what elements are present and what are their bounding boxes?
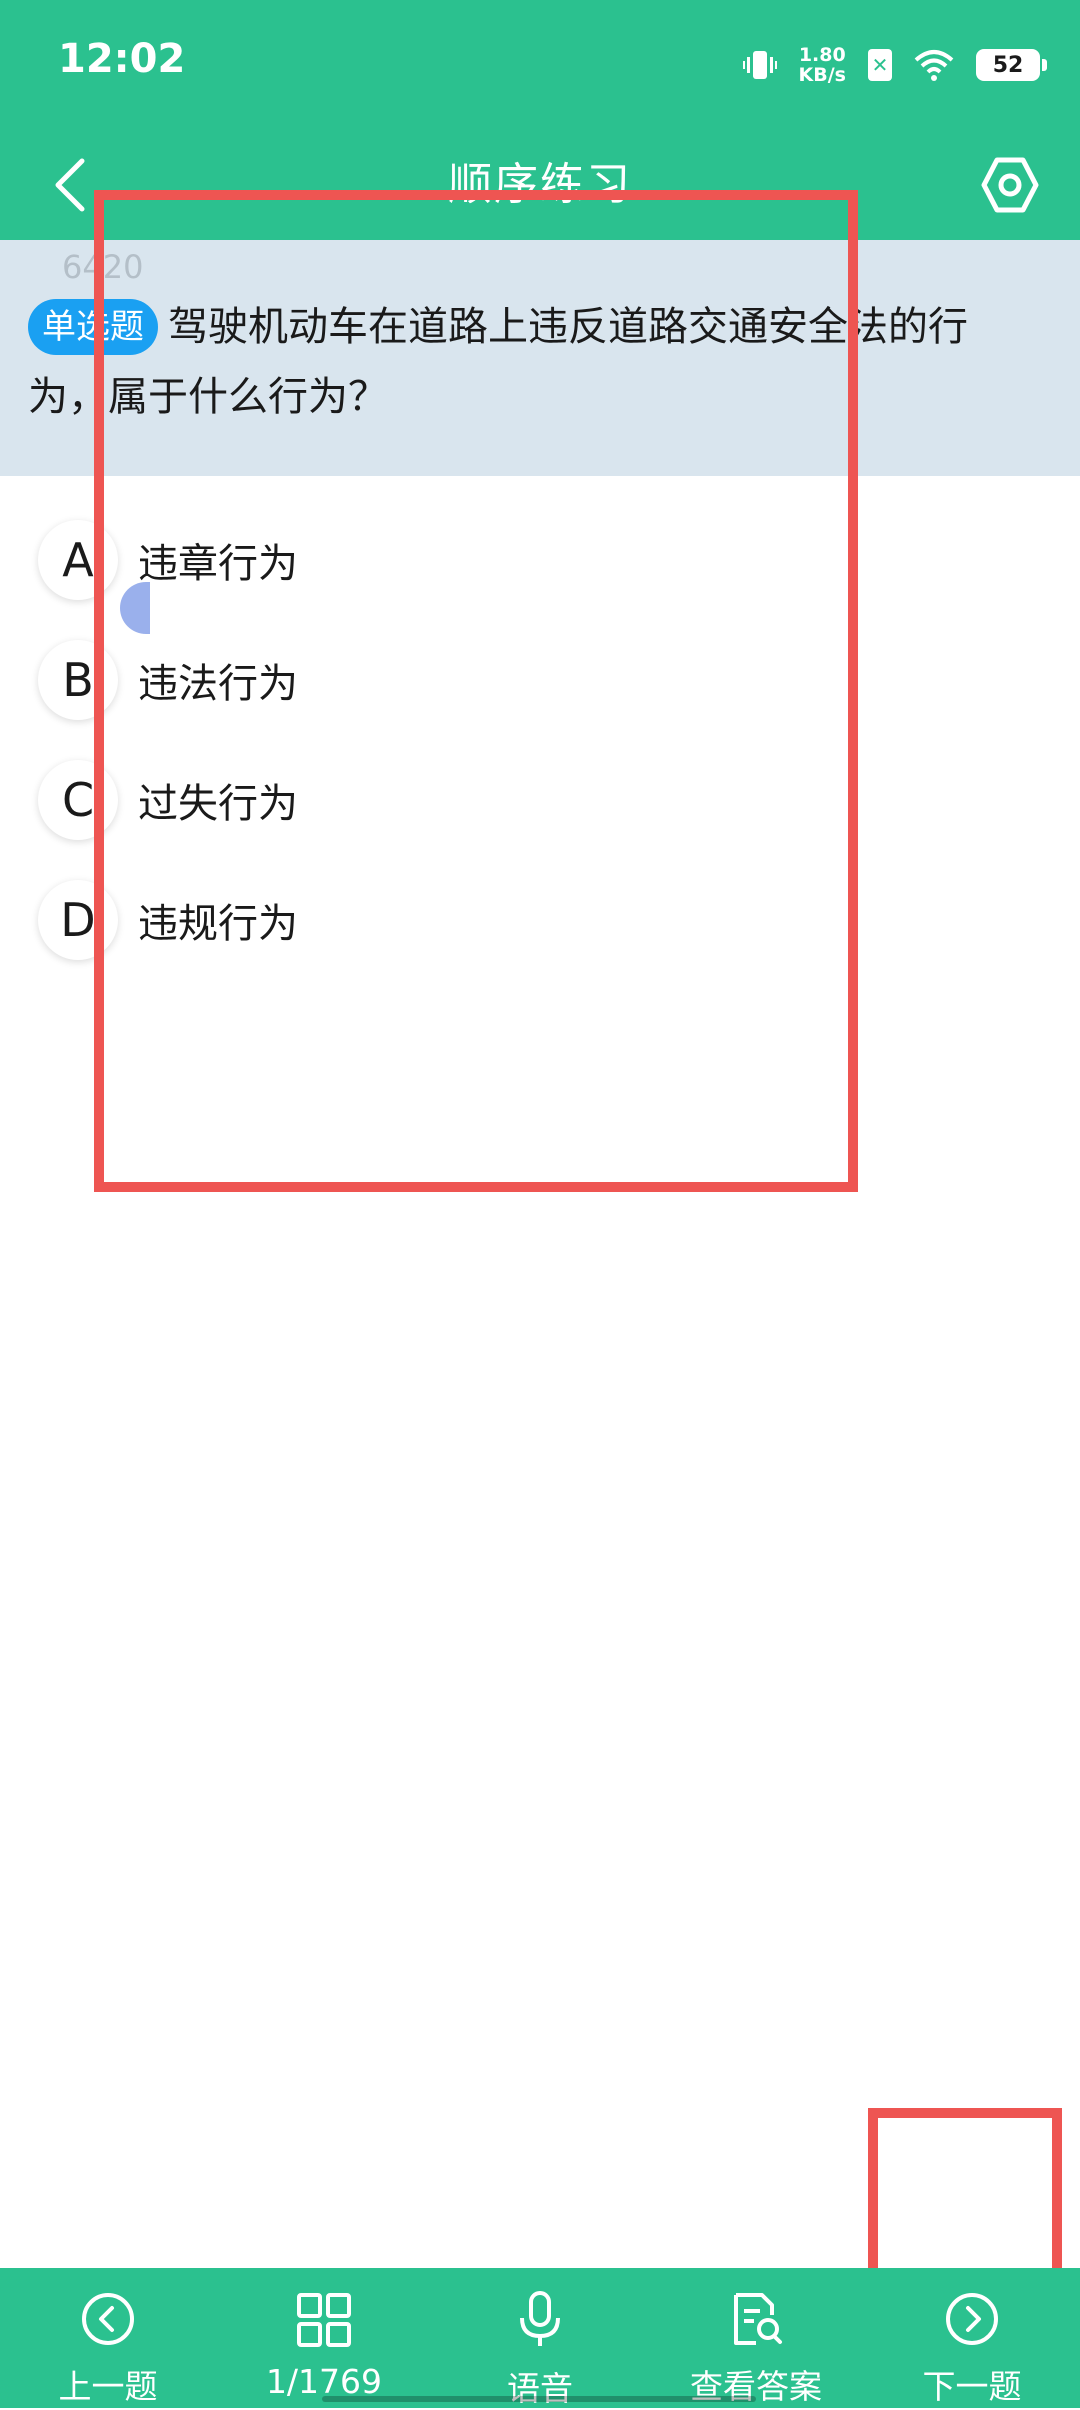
- battery-level: 52: [992, 52, 1024, 78]
- option-b[interactable]: B 违法行为: [38, 638, 298, 722]
- option-letter: D: [38, 880, 118, 960]
- option-d[interactable]: D 违规行为: [38, 878, 298, 962]
- question-area: 6420 单选题 驾驶机动车在道路上违反道路交通安全法的行为，属于什么行为？: [0, 240, 1080, 476]
- voice-label: 语音: [507, 2369, 573, 2408]
- prev-question-label: 上一题: [58, 2367, 158, 2406]
- option-text: 过失行为: [138, 781, 298, 827]
- progress-button[interactable]: 1/1769: [216, 2268, 432, 2408]
- view-answer-button[interactable]: 查看答案: [648, 2268, 864, 2408]
- settings-button[interactable]: [970, 140, 1050, 230]
- option-letter: C: [38, 760, 118, 840]
- app-bar: 顺序练习: [0, 130, 1080, 240]
- option-text: 违法行为: [138, 661, 298, 707]
- vibrate-icon: [742, 48, 777, 82]
- voice-button[interactable]: 语音: [432, 2268, 648, 2408]
- network-speed-value: 1.80: [798, 44, 846, 66]
- grid-icon: [296, 2290, 352, 2350]
- prev-question-button[interactable]: 上一题: [0, 2268, 216, 2408]
- circle-chevron-left-icon: [80, 2290, 136, 2348]
- option-text: 违章行为: [138, 541, 298, 587]
- hexagon-gear-icon: [981, 157, 1039, 213]
- circle-chevron-right-icon: [944, 2290, 1000, 2348]
- option-a[interactable]: A 违章行为: [38, 518, 298, 602]
- question-text: 驾驶机动车在道路上违反道路交通安全法的行为，属于什么行为？: [28, 304, 968, 420]
- question-text-block: 单选题 驾驶机动车在道路上违反道路交通安全法的行为，属于什么行为？: [28, 292, 1030, 432]
- question-number: 6420: [62, 248, 144, 286]
- option-c[interactable]: C 过失行为: [38, 758, 298, 842]
- network-speed-unit: KB/s: [798, 64, 846, 86]
- sim-x-icon: ✕: [868, 49, 892, 81]
- battery-icon: 52: [976, 49, 1047, 81]
- network-speed: 1.80 KB/s: [799, 45, 846, 85]
- home-indicator: [322, 2396, 756, 2402]
- option-text: 违规行为: [138, 901, 298, 947]
- bottom-nav: 上一题 1/1769 语音 查看答案 下一题: [0, 2268, 1080, 2408]
- status-time: 12:02: [58, 36, 186, 82]
- status-bar: 12:02 1.80 KB/s ✕ 52: [0, 0, 1080, 130]
- status-icons: 1.80 KB/s ✕ 52: [742, 42, 1047, 88]
- option-letter: A: [38, 520, 118, 600]
- next-question-button[interactable]: 下一题: [864, 2268, 1080, 2408]
- question-type-badge: 单选题: [28, 299, 158, 355]
- wifi-icon: [914, 48, 954, 82]
- next-question-label: 下一题: [922, 2367, 1022, 2406]
- document-search-icon: [728, 2290, 784, 2348]
- microphone-icon: [512, 2290, 568, 2350]
- page-title: 顺序练习: [448, 159, 632, 210]
- option-letter: B: [38, 640, 118, 720]
